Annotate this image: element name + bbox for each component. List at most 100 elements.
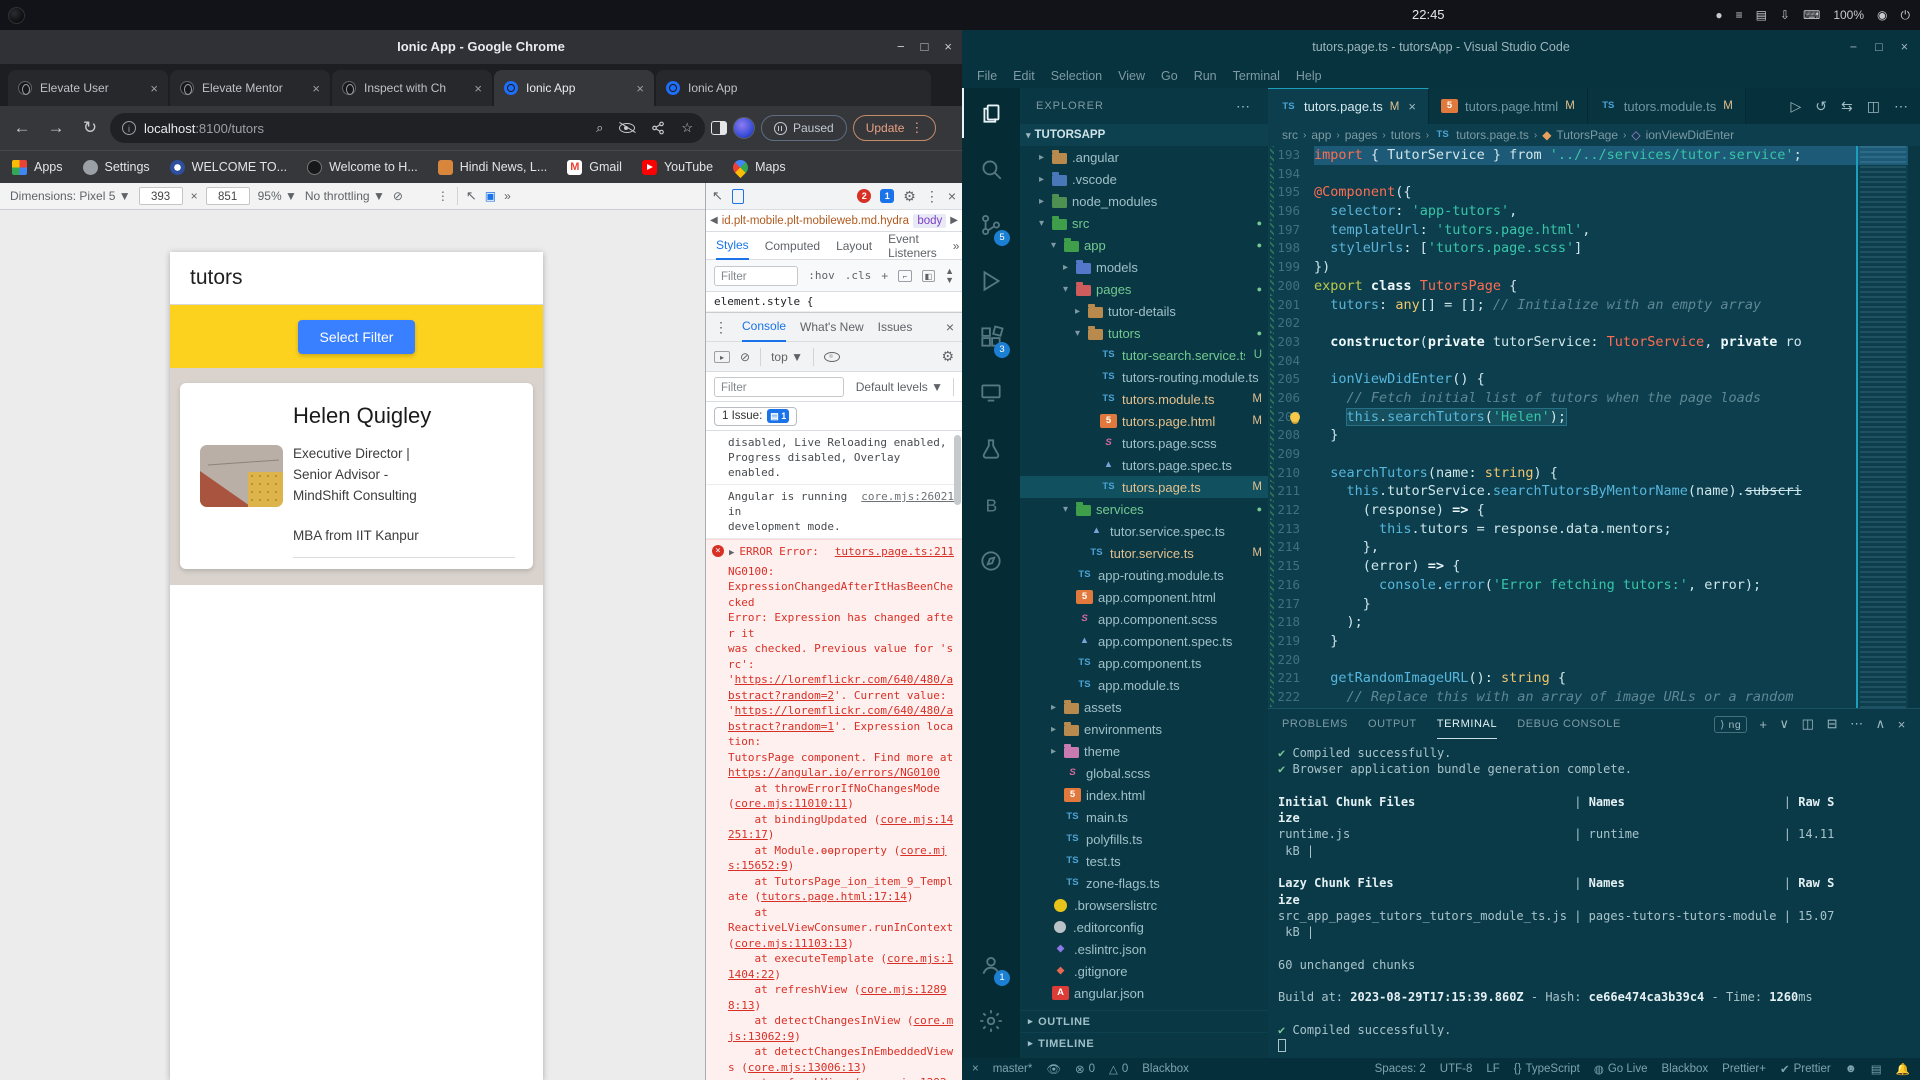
maximize-panel-icon[interactable]: ∧ (1876, 716, 1886, 732)
browser-tab[interactable]: Elevate Mentor × (170, 70, 330, 106)
throttle-off-icon[interactable]: ⊘ (393, 189, 403, 203)
console-info-message[interactable]: core.mjs:26021 Angular is running in deve… (706, 485, 962, 539)
styles-tab-styles[interactable]: Styles (716, 232, 749, 260)
activity-search-icon[interactable] (962, 144, 1020, 194)
status--[interactable]: 👁 (1046, 1062, 1061, 1076)
panel-tab-debug-console[interactable]: DEBUG CONSOLE (1517, 718, 1621, 730)
tray-icon[interactable]: ⏻ (1901, 0, 1911, 30)
chrome-window-controls[interactable]: − □ × (897, 30, 952, 64)
explorer-item[interactable]: ◆ .eslintrc.json (1020, 938, 1268, 960)
explorer-item[interactable]: TS app-routing.module.ts (1020, 564, 1268, 586)
explorer-item[interactable]: ▸ .angular (1020, 146, 1268, 168)
explorer-item[interactable]: 5 tutors.page.html M (1020, 410, 1268, 432)
outline-section[interactable]: ▸ OUTLINE (1020, 1010, 1268, 1032)
explorer-item[interactable]: ▾ src ● (1020, 212, 1268, 234)
console-filter-input[interactable]: Filter (714, 376, 844, 397)
tray-icon[interactable]: ▤ (1756, 0, 1767, 30)
sync-paused-chip[interactable]: Paused (761, 115, 847, 141)
breadcrumb-selected[interactable]: body (913, 213, 947, 228)
activity-remote-icon[interactable] (962, 368, 1020, 418)
more-actions-icon[interactable]: ⋯ (1894, 98, 1908, 115)
explorer-item[interactable]: ▾ tutors ● (1020, 322, 1268, 344)
system-clock[interactable]: 22:45 (1412, 7, 1445, 22)
explorer-item[interactable]: TS tutor.service.ts M (1020, 542, 1268, 564)
device-zoom-select[interactable]: 95% ▼ (258, 189, 297, 203)
tray-icon[interactable]: 100% (1833, 0, 1864, 30)
tab-issues[interactable]: Issues (878, 320, 913, 334)
explorer-item[interactable]: TS zone-flags.ts (1020, 872, 1268, 894)
issues-chip[interactable]: 1 Issue: ▤ 1 (714, 406, 798, 426)
activity-gear-icon[interactable] (962, 996, 1020, 1046)
minimap[interactable] (1860, 146, 1906, 708)
update-chrome-button[interactable]: Update ⋮ (852, 115, 937, 141)
bookmark-item[interactable]: YouTube (641, 159, 713, 175)
explorer-item[interactable]: ▸ tutor-details (1020, 300, 1268, 322)
explorer-item[interactable]: TS main.ts (1020, 806, 1268, 828)
explorer-actions-icon[interactable]: ⋯ (1236, 98, 1252, 115)
explorer-item[interactable]: Sapp.component.scss (1020, 608, 1268, 630)
zoom-icon[interactable]: ⌕ (596, 120, 603, 136)
status-icon[interactable]: 🔔 (1896, 1062, 1910, 1076)
editor-scrollbar[interactable] (1908, 146, 1920, 708)
explorer-item[interactable]: TS app.component.ts (1020, 652, 1268, 674)
explorer-item[interactable]: ▸ environments (1020, 718, 1268, 740)
status-0[interactable]: △ 0 (1109, 1062, 1128, 1076)
clear-console-icon[interactable]: ⊘ (740, 350, 750, 364)
panel-tab-problems[interactable]: PROBLEMS (1282, 718, 1348, 730)
explorer-item[interactable]: 5 index.html (1020, 784, 1268, 806)
devtools-device-icon[interactable] (731, 188, 744, 204)
bookmark-item[interactable]: Maps (729, 156, 786, 178)
extension-avatar-icon[interactable] (733, 117, 755, 139)
status-blackbox[interactable]: Blackbox (1662, 1063, 1709, 1075)
split-editor-icon[interactable]: ◫ (1867, 98, 1880, 115)
explorer-item[interactable]: 5 app.component.html (1020, 586, 1268, 608)
explorer-item[interactable]: TS tutor-search.service.ts U (1020, 344, 1268, 366)
menu-selection[interactable]: Selection (1044, 67, 1109, 85)
chrome-title-bar[interactable]: Ionic App - Google Chrome − □ × (0, 30, 962, 64)
activity-ext-icon[interactable]: 3 (962, 312, 1020, 362)
explorer-item[interactable]: ▾ app ● (1020, 234, 1268, 256)
minimize-icon[interactable]: − (897, 30, 905, 64)
status-icon[interactable]: ☻ (1845, 1063, 1857, 1075)
terminal-output[interactable]: ✔ Compiled successfully. ✔ Browser applic… (1268, 739, 1920, 1055)
explorer-item[interactable]: Stutors.page.scss (1020, 432, 1268, 454)
tab-close-icon[interactable]: × (312, 81, 320, 96)
styles-tab-event-listeners[interactable]: Event Listeners (888, 232, 937, 260)
menu-edit[interactable]: Edit (1006, 67, 1042, 85)
drawer-close-icon[interactable]: × (946, 319, 954, 335)
device-toggle-icon[interactable]: ▣ (485, 189, 496, 203)
tray-icon[interactable]: ⌨ (1803, 0, 1820, 30)
devtools-inspect-icon[interactable]: ↖ (712, 188, 723, 204)
panel-tab-terminal[interactable]: TERMINAL (1436, 710, 1498, 739)
console-error-message[interactable]: × ▶ ERROR Error: tutors.page.ts:211 NG0100: … (706, 539, 962, 1080)
tutor-card[interactable]: Helen Quigley Executive Director | Senior… (180, 383, 533, 569)
eye-off-icon[interactable] (619, 123, 636, 133)
bookmark-item[interactable]: Welcome to H... (307, 159, 418, 175)
explorer-item[interactable]: .editorconfig (1020, 916, 1268, 938)
system-tray[interactable]: ● ≡ ▤ ⇩ ⌨ 100% ◉ ⏻ (1715, 0, 1910, 30)
terminal-dropdown-icon[interactable]: ∨ (1780, 716, 1790, 732)
breadcrumb-item[interactable]: src (1282, 128, 1298, 142)
explorer-item[interactable]: ◆ .gitignore (1020, 960, 1268, 982)
code-editor[interactable]: 193 import { TutorService } from '../../s… (1268, 146, 1920, 708)
element-style-rule[interactable]: element.style { (706, 292, 962, 312)
tab-close-icon[interactable]: × (150, 81, 158, 96)
kill-terminal-icon[interactable]: ⊟ (1827, 716, 1839, 732)
explorer-item[interactable]: ▲ tutors.page.spec.ts (1020, 454, 1268, 476)
browser-tab[interactable]: Elevate User × (8, 70, 168, 106)
styles-tab-layout[interactable]: Layout (836, 239, 872, 253)
editor-tab[interactable]: TS tutors.module.ts M (1587, 88, 1746, 124)
explorer-item[interactable]: Sglobal.scss (1020, 762, 1268, 784)
console-scrollbar[interactable] (954, 435, 961, 505)
breadcrumb-item[interactable]: pages (1345, 128, 1378, 142)
devtools-close-icon[interactable]: × (948, 188, 956, 204)
select-filter-button[interactable]: Select Filter (297, 319, 416, 354)
site-info-icon[interactable]: i (122, 121, 136, 135)
status-go-live[interactable]: ◍ Go Live (1594, 1062, 1648, 1076)
status-blackbox[interactable]: Blackbox (1142, 1062, 1189, 1076)
inspect-cursor-icon[interactable]: ↖ (466, 188, 477, 204)
explorer-item[interactable]: .browserslistrc (1020, 894, 1268, 916)
explorer-item[interactable]: TS tutors.module.ts M (1020, 388, 1268, 410)
editor-tab[interactable]: TS tutors.page.ts M × (1268, 88, 1429, 124)
activity-beaker-icon[interactable] (962, 424, 1020, 474)
